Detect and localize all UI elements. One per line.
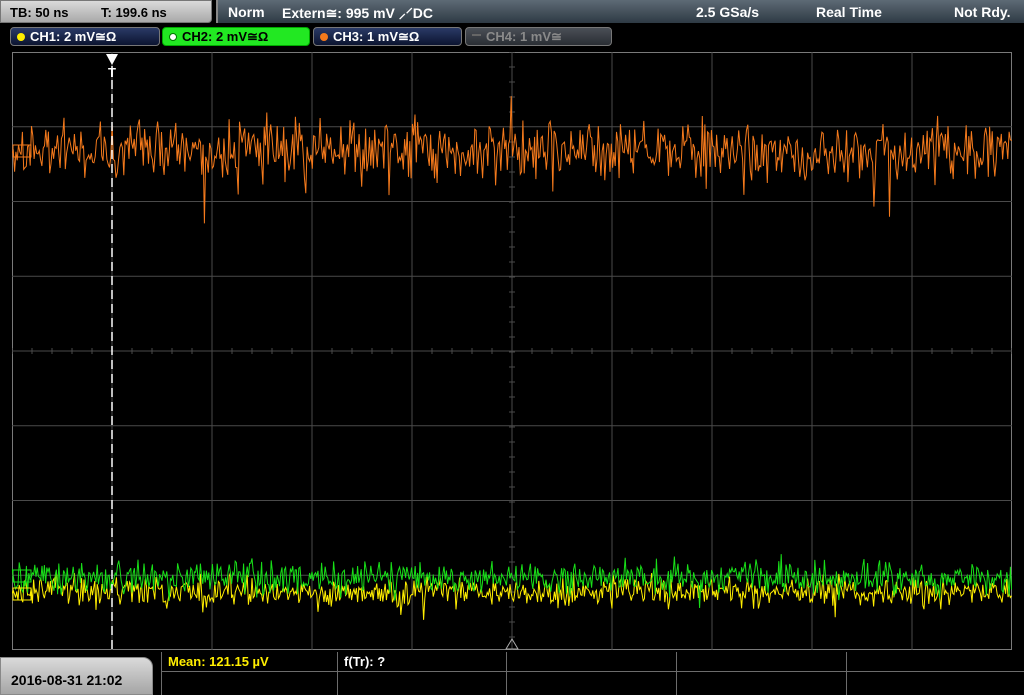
trigger-source: Extern≅: 995 mV ⸝⸍DC [282, 5, 433, 21]
channel-bar: CH1: 2 mV≅Ω CH2: 2 mV≅Ω CH3: 1 mV≅Ω CH4:… [0, 25, 1024, 49]
channel-1-label: CH1: 2 mV≅Ω [30, 29, 117, 44]
timebase-box[interactable]: TB: 50 ns T: 199.6 ns [0, 0, 212, 23]
channel-4-off-icon [472, 33, 481, 36]
bottom-bar: 2016-08-31 21:02 Mean: 121.15 µV f(Tr): … [0, 652, 1024, 695]
trigger-mode: Norm [228, 4, 265, 20]
channel-3-label: CH3: 1 mV≅Ω [333, 29, 420, 44]
channel-1-tab[interactable]: CH1: 2 mV≅Ω [10, 27, 160, 46]
acquisition-mode: Real Time [816, 4, 882, 20]
channel-4-label: CH4: 1 mV≅ [486, 29, 562, 44]
frequency-value: f(Tr): ? [344, 654, 386, 669]
top-bar: TB: 50 ns T: 199.6 ns Norm Extern≅: 995 … [0, 0, 1024, 24]
mean-value: Mean: 121.15 µV [168, 654, 269, 669]
datetime-box: 2016-08-31 21:02 [0, 657, 153, 695]
measurement-mean[interactable]: Mean: 121.15 µV [161, 652, 337, 695]
measurement-divider [161, 671, 1024, 672]
channel-3-dot-icon [320, 32, 328, 41]
sample-rate: 2.5 GSa/s [696, 4, 760, 20]
trigger-arrow-icon[interactable] [106, 54, 118, 65]
channel-3-tab[interactable]: CH3: 1 mV≅Ω [313, 27, 462, 46]
measurement-slot-4[interactable] [676, 652, 846, 695]
measurement-slot-5[interactable] [846, 652, 1024, 695]
channel-4-tab[interactable]: CH4: 1 mV≅ [465, 27, 612, 46]
channel-2-tab[interactable]: CH2: 2 mV≅Ω [162, 27, 310, 46]
acquisition-state: Not Rdy. [954, 4, 1011, 20]
waveform-canvas: T [12, 52, 1012, 650]
status-bar[interactable]: Norm Extern≅: 995 mV ⸝⸍DC 2.5 GSa/s Real… [216, 0, 1024, 23]
trigger-marker-label: T [108, 65, 116, 80]
channel-2-label: CH2: 2 mV≅Ω [182, 29, 269, 44]
trigger-position-label: T: 199.6 ns [101, 5, 167, 20]
timebase-label: TB: 50 ns [10, 5, 69, 20]
datetime-label: 2016-08-31 21:02 [11, 672, 123, 688]
channel-1-dot-icon [17, 32, 25, 41]
channel-2-dot-icon [169, 32, 177, 41]
measurement-slot-3[interactable] [506, 652, 676, 695]
measurement-frequency[interactable]: f(Tr): ? [337, 652, 506, 695]
